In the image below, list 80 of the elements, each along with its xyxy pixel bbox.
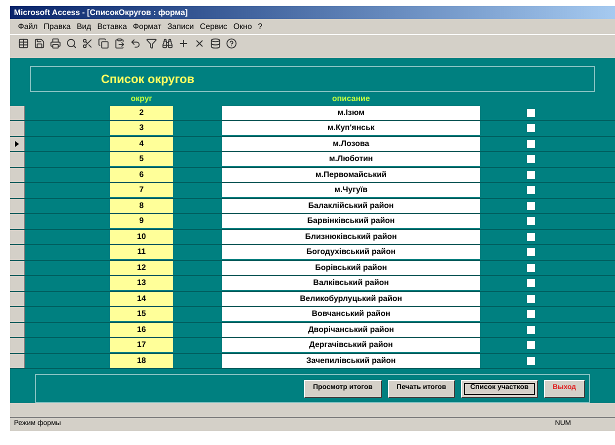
checkbox[interactable]	[527, 202, 535, 210]
menu-item[interactable]: Сервис	[200, 20, 228, 32]
description-field[interactable]: Зачепилівський район	[222, 354, 480, 368]
new-record-icon[interactable]	[178, 38, 189, 49]
number-field[interactable]: 4	[110, 136, 173, 151]
menu-item[interactable]: Правка	[44, 20, 71, 32]
preview-icon[interactable]	[66, 38, 77, 49]
description-field[interactable]: Борівський район	[222, 260, 480, 275]
number-field[interactable]: 3	[110, 121, 173, 136]
checkbox[interactable]	[527, 310, 535, 318]
record-selector[interactable]	[10, 136, 25, 152]
number-field[interactable]: 9	[110, 214, 173, 228]
number-field[interactable]: 2	[110, 106, 173, 120]
checkbox[interactable]	[527, 140, 535, 148]
undo-icon[interactable]	[130, 38, 141, 49]
paste-icon[interactable]	[114, 38, 125, 49]
description-field[interactable]: Великобурлуцький район	[222, 292, 480, 306]
save-icon[interactable]	[34, 38, 45, 49]
number-field[interactable]: 6	[110, 168, 173, 182]
checkbox[interactable]	[527, 356, 535, 365]
number-field[interactable]: 18	[110, 354, 173, 368]
number-field[interactable]: 12	[110, 260, 173, 275]
checkbox[interactable]	[527, 294, 535, 303]
number-field[interactable]: 7	[110, 183, 173, 198]
form-title: Список округов	[101, 71, 194, 88]
menu-item[interactable]: ?	[258, 20, 262, 32]
database-icon[interactable]	[210, 38, 221, 49]
checkbox[interactable]	[527, 170, 535, 179]
description-field[interactable]: Вовчанський район	[222, 307, 480, 322]
menu-item[interactable]: Записи	[167, 20, 194, 32]
number-field[interactable]: 8	[110, 198, 173, 213]
checkbox[interactable]	[527, 124, 535, 132]
find-icon[interactable]	[162, 38, 173, 49]
description-field[interactable]: Валківський район	[222, 276, 480, 290]
description-field[interactable]: м.Чугуїв	[222, 183, 480, 198]
description-field[interactable]: м.Ізюм	[222, 106, 480, 120]
checkbox[interactable]	[527, 155, 535, 164]
cut-icon[interactable]	[82, 38, 93, 49]
description-field[interactable]: Дворічанський район	[222, 322, 480, 337]
column-header: описание	[331, 92, 371, 105]
number-field[interactable]: 11	[110, 245, 173, 260]
description-field[interactable]: м.Люботин	[222, 152, 480, 166]
checkbox[interactable]	[527, 264, 535, 272]
checkbox[interactable]	[527, 186, 535, 194]
number-field[interactable]: 14	[110, 292, 173, 306]
checkbox[interactable]	[527, 217, 535, 226]
checkbox[interactable]	[527, 248, 535, 256]
number-field[interactable]: 13	[110, 276, 173, 290]
checkbox[interactable]	[527, 341, 535, 350]
description-field[interactable]: Богодухівський район	[222, 245, 480, 260]
checkbox[interactable]	[527, 232, 535, 241]
menu-item[interactable]: Вставка	[97, 20, 127, 32]
description-field[interactable]: м.Лозова	[222, 136, 480, 151]
menu-item[interactable]: Окно	[233, 20, 252, 32]
description-field[interactable]: м.Куп'янськ	[222, 121, 480, 136]
help-icon[interactable]	[226, 38, 237, 49]
current-record-icon	[15, 140, 19, 147]
form-view-icon[interactable]	[18, 38, 29, 49]
window-title: Microsoft Access - [СписокОкругов : форма]	[14, 6, 188, 18]
filter-icon[interactable]	[146, 38, 157, 49]
number-field[interactable]: 5	[110, 152, 173, 166]
print-icon[interactable]	[50, 38, 61, 49]
column-header: округ	[130, 92, 154, 105]
checkbox[interactable]	[527, 108, 535, 117]
description-field[interactable]: Дергачівський район	[222, 338, 480, 352]
description-field[interactable]: Балаклійський район	[222, 198, 480, 213]
menu-item[interactable]: Файл	[18, 20, 38, 32]
checkbox[interactable]	[527, 326, 535, 334]
description-field[interactable]: Близнюківський район	[222, 230, 480, 244]
number-field[interactable]: 17	[110, 338, 173, 352]
checkbox[interactable]	[527, 279, 535, 288]
number-field[interactable]: 10	[110, 230, 173, 244]
description-field[interactable]: Барвінківський район	[222, 214, 480, 228]
menu-item[interactable]: Вид	[76, 20, 92, 32]
delete-record-icon[interactable]	[194, 38, 205, 49]
number-field[interactable]: 15	[110, 307, 173, 322]
description-field[interactable]: м.Первомайський	[222, 168, 480, 182]
copy-icon[interactable]	[98, 38, 109, 49]
number-field[interactable]: 16	[110, 322, 173, 337]
menu-item[interactable]: Формат	[132, 20, 162, 32]
